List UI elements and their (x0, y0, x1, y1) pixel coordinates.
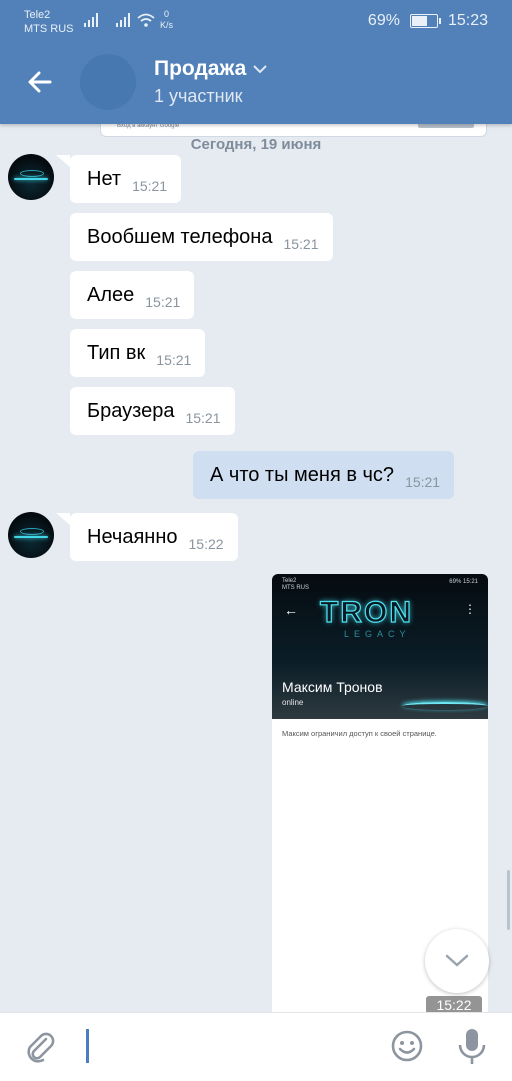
microphone-icon[interactable] (456, 1027, 488, 1067)
profile-name: Максим Тронов (282, 679, 383, 695)
sender-avatar[interactable] (8, 512, 54, 558)
chevron-down-icon (445, 954, 469, 967)
message-input-bar (0, 1012, 512, 1081)
profile-notice: Максим ограничил доступ к своей странице… (282, 729, 437, 738)
signal-icon-2 (116, 13, 130, 27)
smile-icon[interactable] (390, 1029, 424, 1063)
status-bar: Tele2 MTS RUS 0 K/s 69% 15:23 (0, 0, 512, 40)
message-incoming[interactable]: Вообшем телефона 15:21 (70, 213, 333, 261)
sender-avatar[interactable] (8, 154, 54, 200)
network-speed: 0 K/s (160, 9, 174, 30)
message-text: Браузера (87, 399, 175, 422)
message-input[interactable] (86, 1029, 89, 1063)
message-time: 15:21 (132, 178, 168, 194)
date-separator: Сегодня, 19 июня (190, 136, 322, 153)
scroll-down-button[interactable] (425, 929, 489, 993)
chat-avatar[interactable] (80, 54, 136, 110)
chat-subtitle: 1 участник (154, 86, 243, 106)
back-arrow-icon[interactable] (24, 66, 56, 98)
message-text: А что ты меня в чс? (210, 463, 395, 486)
message-incoming[interactable]: Алее 15:21 (70, 271, 195, 319)
clock: 15:23 (447, 12, 488, 29)
more-vertical-icon: ⋮ (464, 602, 476, 616)
tron-logo-subtitle: LEGACY (344, 629, 411, 639)
paperclip-icon[interactable] (22, 1029, 58, 1065)
message-time: 15:21 (405, 474, 441, 490)
profile-status: online (282, 698, 304, 707)
message-time: 15:21 (283, 236, 319, 252)
chevron-down-icon (253, 65, 268, 74)
chat-title[interactable]: Продажа (154, 57, 268, 81)
message-incoming[interactable]: Тип вк 15:21 (70, 329, 206, 377)
status-right: 69% 15:23 (368, 12, 488, 30)
message-text: Вообшем телефона (87, 225, 273, 248)
message-text: Нет (87, 167, 122, 190)
message-incoming[interactable]: Нет 15:21 (70, 155, 182, 203)
message-text: Нечаянно (87, 525, 178, 548)
signal-icon (84, 13, 98, 27)
wifi-icon (137, 13, 155, 27)
arrow-left-icon: ← (284, 602, 298, 618)
message-time: 15:21 (145, 294, 181, 310)
scrollbar[interactable] (507, 870, 510, 930)
battery-icon (409, 14, 441, 28)
message-text: Тип вк (87, 341, 146, 364)
carrier-2: MTS RUS (24, 23, 74, 35)
tron-logo: TRON (319, 595, 413, 629)
message-outgoing[interactable]: А что ты меня в чс? 15:21 (193, 451, 455, 499)
message-incoming[interactable]: Нечаянно 15:22 (70, 513, 238, 561)
carrier-1: Tele2 (24, 9, 51, 21)
message-text: Алее (87, 283, 135, 306)
message-time: 15:22 (188, 536, 224, 552)
message-time: 15:21 (185, 410, 221, 426)
chat-header: Продажа 1 участник (0, 40, 512, 124)
profile-cover: Tele2 MTS RUS 69% 15:21 ← ⋮ TRON LEGACY … (272, 574, 488, 719)
battery-percent: 69% (367, 12, 400, 29)
carrier-info: Tele2 MTS RUS (24, 8, 74, 36)
message-time: 15:21 (156, 352, 192, 368)
message-incoming[interactable]: Браузера 15:21 (70, 387, 235, 435)
